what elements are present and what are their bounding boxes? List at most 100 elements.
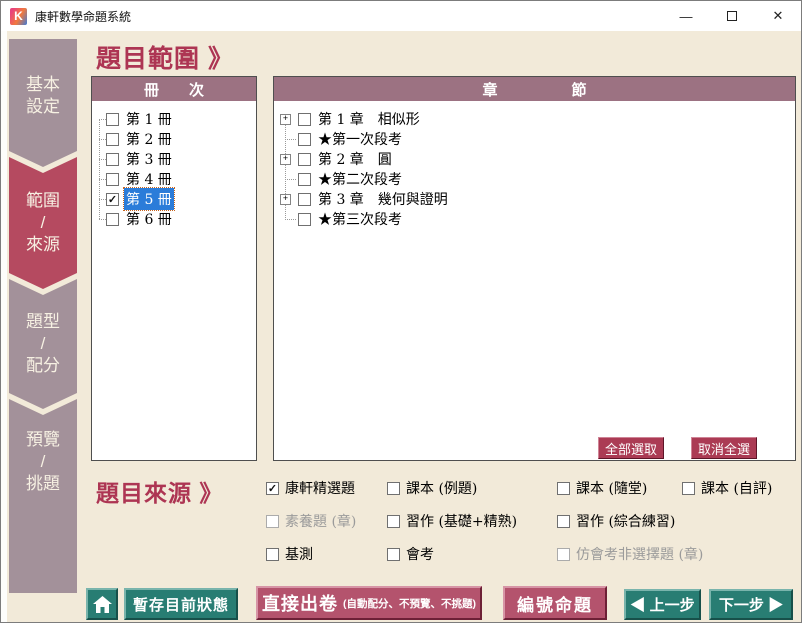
checkbox[interactable]: ✓ [106, 133, 119, 146]
tree-item-label-selected: 第 5 冊 [124, 188, 174, 210]
checkbox[interactable]: ✓ [106, 173, 119, 186]
checkbox: ✓ [557, 548, 570, 561]
source-option-workbook-basic[interactable]: ✓ 習作 (基礎+精熟) [387, 511, 517, 531]
app-icon: K [10, 8, 27, 25]
checkbox[interactable]: ✓ [298, 153, 311, 166]
checkbox[interactable]: ✓ [298, 213, 311, 226]
source-option-textbook-selfeval[interactable]: ✓ 課本 (自評) [682, 478, 772, 498]
tab-label-line: / [41, 333, 46, 355]
tab-label-line: 題型 [26, 311, 60, 333]
minimize-button[interactable]: — [663, 1, 709, 31]
expand-icon[interactable]: + [280, 114, 291, 125]
checkbox[interactable]: ✓ [298, 193, 311, 206]
direct-generate-button[interactable]: 直接出卷 (自動配分、不預覽、不挑題) [256, 586, 482, 620]
tree-item-chapter-3[interactable]: + ✓ 第 3 章 幾何與證明 [274, 189, 795, 209]
tree-item-label: ★第一次段考 [316, 128, 404, 150]
sidebar-tab-types-points[interactable]: 題型 / 配分 [9, 279, 77, 409]
tree-item-label: 第 1 冊 [124, 108, 174, 130]
app-window: K 康軒數學命題系統 — ✕ 基本 設定 範圍 / 來源 題型 / 配分 預覽 … [0, 0, 802, 623]
tab-label-line: 範圍 [26, 190, 60, 212]
tree-item-exam-3[interactable]: ✓ ★第三次段考 [274, 209, 795, 229]
prev-step-button[interactable]: ◀ 上一步 [624, 589, 701, 620]
tree-item-volume-3[interactable]: ✓ 第 3 冊 [92, 149, 256, 169]
checkbox: ✓ [266, 515, 279, 528]
checkbox[interactable]: ✓ [387, 482, 400, 495]
numbered-question-button[interactable]: 編號命題 [503, 586, 607, 620]
tree-item-label: 第 3 冊 [124, 148, 174, 170]
checkbox[interactable]: ✓ [106, 153, 119, 166]
checkbox[interactable]: ✓ [557, 515, 570, 528]
sidebar-tab-basic-settings[interactable]: 基本 設定 [9, 39, 77, 167]
tree-item-label: ★第三次段考 [316, 208, 404, 230]
source-option-label: 習作 (基礎+精熟) [406, 511, 517, 531]
checkbox[interactable]: ✓ [298, 173, 311, 186]
scope-heading: 題目範圍 》 [96, 39, 234, 75]
tree-item-chapter-1[interactable]: + ✓ 第 1 章 相似形 [274, 109, 795, 129]
select-all-button[interactable]: 全部選取 [598, 437, 664, 459]
checkbox[interactable]: ✓ [298, 113, 311, 126]
checkbox[interactable]: ✓ [266, 548, 279, 561]
window-title: 康軒數學命題系統 [35, 8, 131, 25]
home-icon [93, 596, 112, 613]
volumes-header: 冊 次 [92, 77, 256, 101]
window-left-strip [1, 31, 7, 623]
tree-item-label: 第 2 章 圓 [316, 148, 394, 170]
tab-label-line: 配分 [26, 355, 60, 377]
tab-label-line: 挑題 [26, 473, 60, 495]
maximize-icon [727, 11, 737, 21]
sidebar-tab-scope-source[interactable]: 範圍 / 來源 [9, 157, 77, 289]
checkbox[interactable]: ✓ [298, 133, 311, 146]
tree-item-chapter-2[interactable]: + ✓ 第 2 章 圓 [274, 149, 795, 169]
volumes-header-label: 冊 [144, 79, 159, 100]
source-option-label: 課本 (例題) [406, 478, 477, 498]
deselect-all-button[interactable]: 取消全選 [691, 437, 757, 459]
source-option-label: 習作 (綜合練習) [576, 511, 675, 531]
checkbox[interactable]: ✓ [266, 482, 279, 495]
tree-item-volume-4[interactable]: ✓ 第 4 冊 [92, 169, 256, 189]
source-option-basictest[interactable]: ✓ 基測 [266, 544, 313, 564]
source-option-label: 康軒精選題 [285, 478, 355, 498]
checkbox[interactable]: ✓ [557, 482, 570, 495]
save-state-button[interactable]: 暫存目前狀態 [124, 588, 238, 620]
checkbox[interactable]: ✓ [682, 482, 695, 495]
tree-item-volume-1[interactable]: ✓ 第 1 冊 [92, 109, 256, 129]
source-option-label: 基測 [285, 544, 313, 564]
source-option-textbook-inclass[interactable]: ✓ 課本 (隨堂) [557, 478, 647, 498]
tree-item-label: 第 3 章 幾何與證明 [316, 188, 450, 210]
maximize-button[interactable] [709, 1, 755, 31]
tree-item-label: 第 2 冊 [124, 128, 174, 150]
chapters-header-label: 章 [482, 79, 497, 100]
source-option-capexam[interactable]: ✓ 會考 [387, 544, 434, 564]
source-option-label: 素養題 (章) [285, 511, 356, 531]
source-option-textbook-example[interactable]: ✓ 課本 (例題) [387, 478, 477, 498]
volumes-tree: ✓ 第 1 冊 ✓ 第 2 冊 ✓ 第 3 冊 ✓ 第 4 冊 ✓ 第 [92, 101, 256, 460]
expand-icon[interactable]: + [280, 194, 291, 205]
source-option-label: 會考 [406, 544, 434, 564]
checkbox[interactable]: ✓ [106, 113, 119, 126]
checkbox[interactable]: ✓ [106, 193, 119, 206]
tab-label-line: 設定 [26, 96, 60, 118]
checkbox[interactable]: ✓ [387, 515, 400, 528]
sidebar-tab-preview-pick[interactable]: 預覽 / 挑題 [9, 399, 77, 593]
window-titlebar: K 康軒數學命題系統 — ✕ [1, 1, 801, 31]
tree-item-volume-6[interactable]: ✓ 第 6 冊 [92, 209, 256, 229]
tree-item-exam-2[interactable]: ✓ ★第二次段考 [274, 169, 795, 189]
source-option-workbook-comprehensive[interactable]: ✓ 習作 (綜合練習) [557, 511, 675, 531]
source-option-kangxuan-selected[interactable]: ✓ 康軒精選題 [266, 478, 355, 498]
checkbox[interactable]: ✓ [387, 548, 400, 561]
tree-item-exam-1[interactable]: ✓ ★第一次段考 [274, 129, 795, 149]
chapters-header-label: 節 [572, 79, 587, 100]
source-option-label: 課本 (隨堂) [576, 478, 647, 498]
home-button[interactable] [86, 588, 118, 620]
close-button[interactable]: ✕ [755, 1, 801, 31]
tree-item-volume-2[interactable]: ✓ 第 2 冊 [92, 129, 256, 149]
tree-item-volume-5[interactable]: ✓ 第 5 冊 [92, 189, 256, 209]
volumes-panel: 冊 次 ✓ 第 1 冊 ✓ 第 2 冊 ✓ 第 3 冊 ✓ [91, 76, 257, 461]
next-step-button[interactable]: 下一步 ▶ [709, 589, 793, 620]
volumes-header-label: 次 [189, 79, 204, 100]
tree-item-label: ★第二次段考 [316, 168, 404, 190]
expand-icon[interactable]: + [280, 154, 291, 165]
tab-label-line: / [41, 212, 46, 234]
source-heading: 題目來源 》 [96, 474, 223, 508]
checkbox[interactable]: ✓ [106, 213, 119, 226]
